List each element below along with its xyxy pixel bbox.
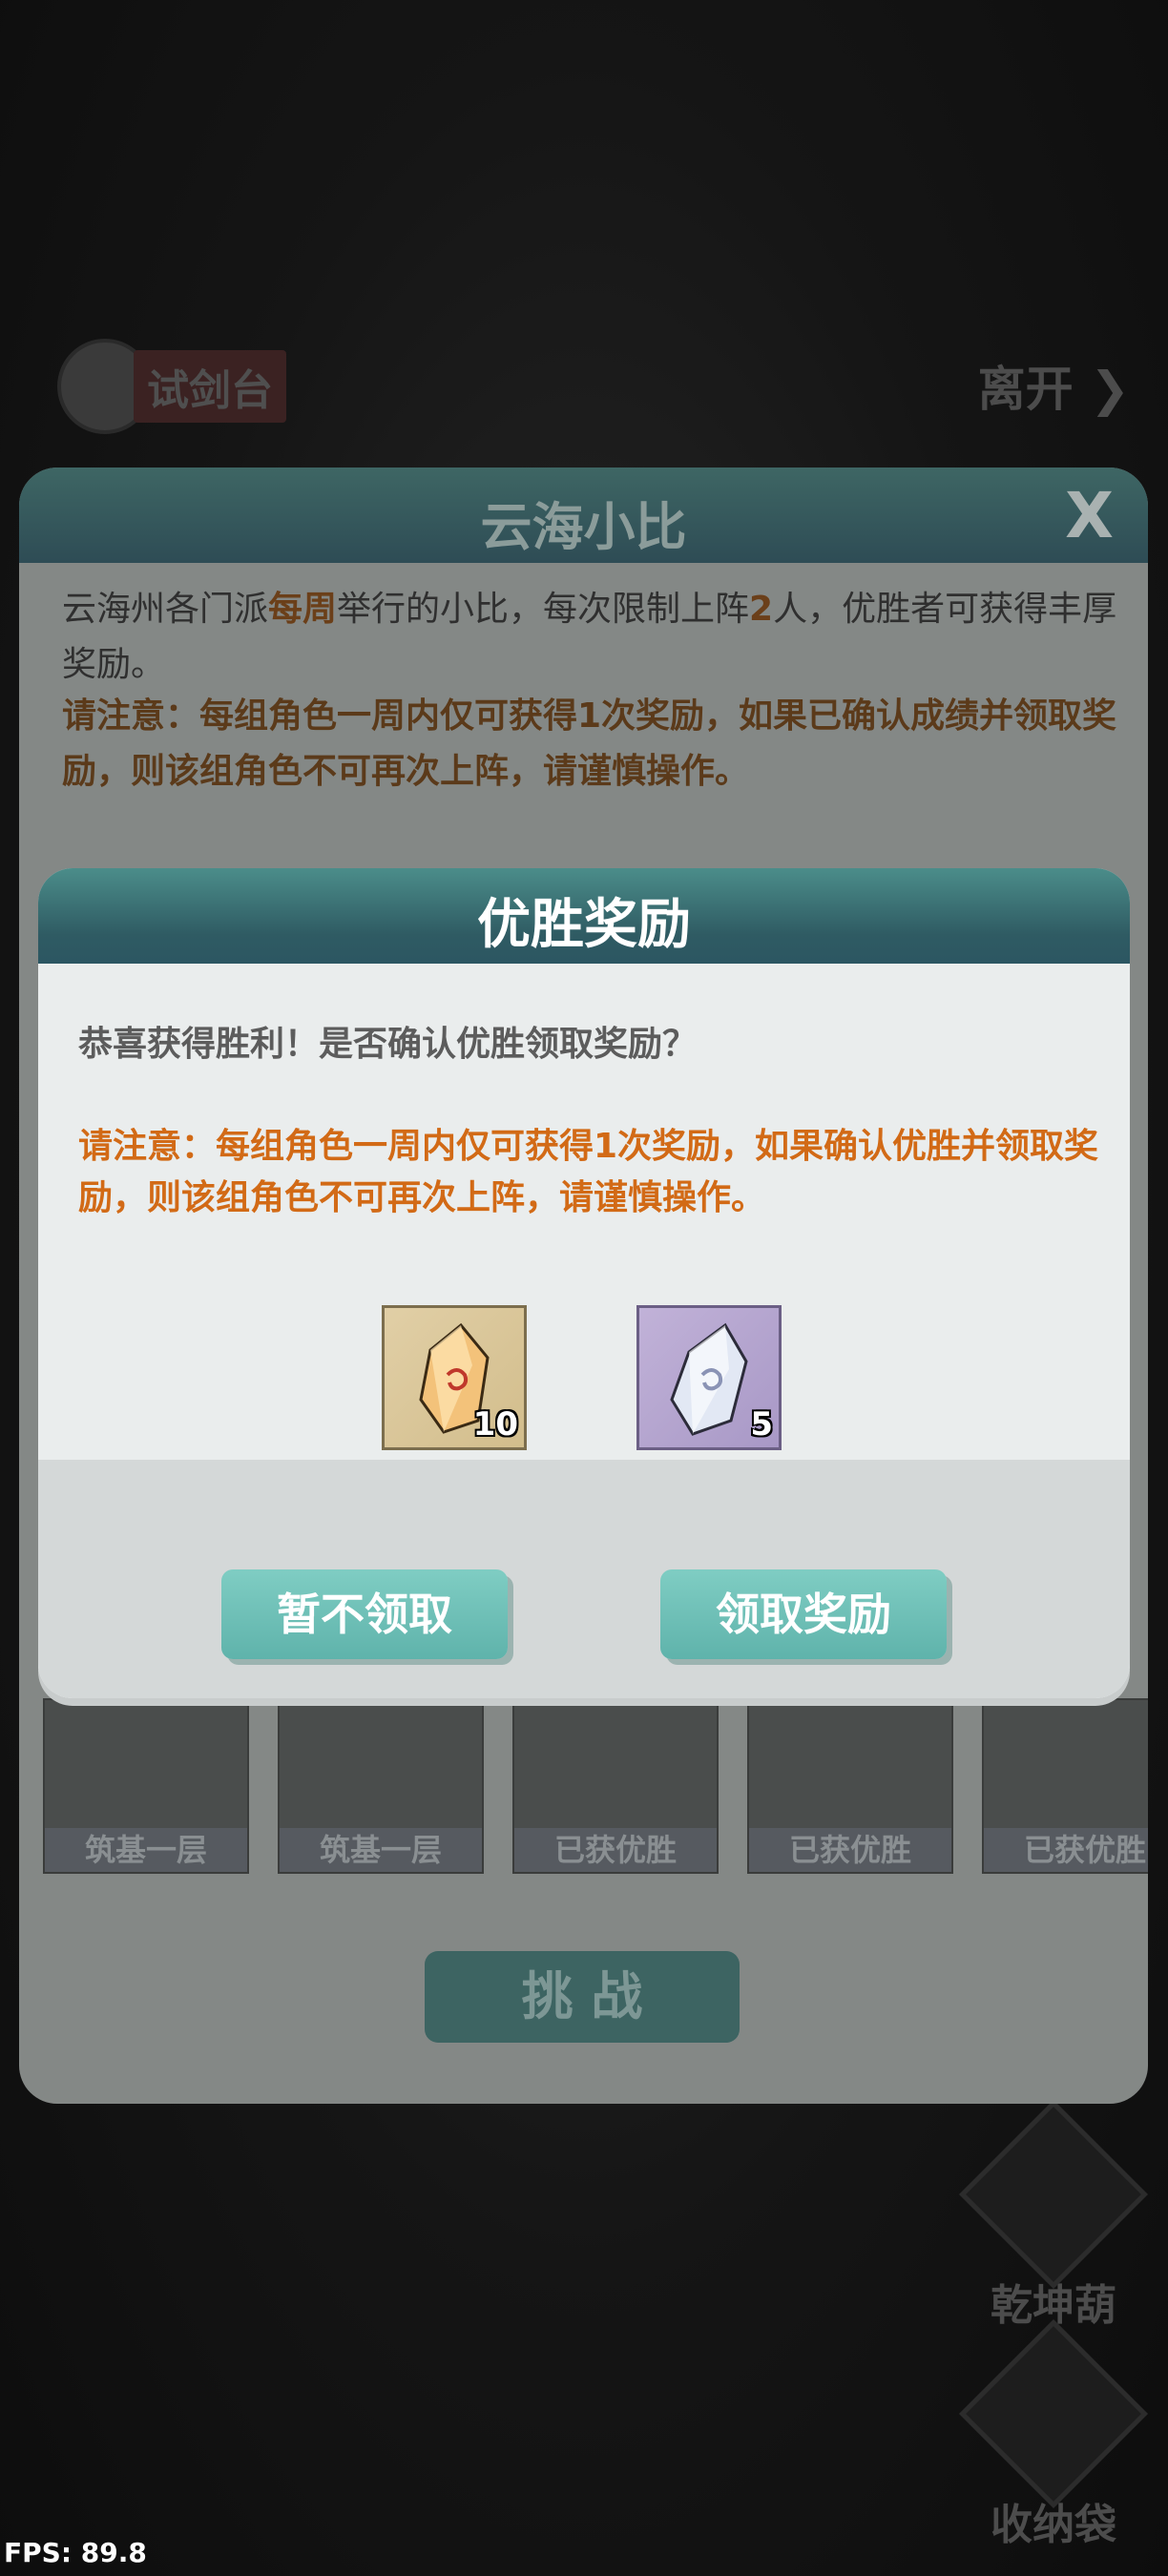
reward-dialog-title: 优胜奖励 [477, 894, 691, 956]
gourd-button[interactable]: 乾坤葫 [959, 2100, 1148, 2332]
main-panel-title: 云海小比 [480, 497, 687, 557]
arena-title: 试剑台 [134, 350, 286, 423]
claim-reward-button[interactable]: 领取奖励 [660, 1569, 947, 1659]
character-status: 筑基一层 [280, 1828, 482, 1872]
main-panel-warning: 请注意：每组角色一周内仅可获得1次奖励，如果已确认成绩并领取奖励，则该组角色不可… [62, 696, 1117, 791]
desc-highlight: 每周 [268, 590, 338, 629]
character-status: 已获优胜 [984, 1828, 1148, 1872]
gourd-icon [959, 2100, 1148, 2289]
desc-text: 云海州各门派 [62, 590, 269, 629]
character-card[interactable]: 已获优胜 [747, 1698, 953, 1874]
reward-message: 恭喜获得胜利！是否确认优胜领取奖励？ [78, 1025, 698, 1064]
desc-highlight: 2 [749, 590, 774, 629]
character-card[interactable]: 已获优胜 [512, 1698, 719, 1874]
character-status: 已获优胜 [514, 1828, 717, 1872]
desc-text: 举行的小比，每次限制上阵 [337, 590, 750, 629]
decline-button[interactable]: 暂不领取 [221, 1569, 508, 1659]
bag-button[interactable]: 收纳袋 [959, 2319, 1148, 2551]
reward-count: 10 [472, 1405, 518, 1444]
character-status: 已获优胜 [749, 1828, 951, 1872]
reward-item[interactable]: 10 [382, 1305, 527, 1450]
reward-dialog-header: 优胜奖励 [38, 868, 1130, 964]
character-card[interactable]: 筑基一层 [278, 1698, 484, 1874]
reward-dialog-body [38, 964, 1130, 1698]
bag-icon [959, 2319, 1148, 2508]
reward-dialog-footer [38, 1460, 1130, 1698]
reward-item[interactable]: 5 [636, 1305, 782, 1450]
reward-warning: 请注意：每组角色一周内仅可获得1次奖励，如果确认优胜并领取奖励，则该组角色不可再… [78, 1127, 1099, 1217]
character-list: 筑基一层 筑基一层 已获优胜 已获优胜 已获优胜 [43, 1698, 1148, 1874]
arena-header: 试剑台 [57, 339, 286, 434]
leave-button[interactable]: 离开 ❯ [978, 351, 1130, 420]
reward-dialog: 优胜奖励 恭喜获得胜利！是否确认优胜领取奖励？ 请注意：每组角色一周内仅可获得1… [38, 868, 1130, 1698]
challenge-button[interactable]: 挑 战 [425, 1951, 740, 2043]
main-panel-header: 云海小比 X [19, 467, 1148, 563]
character-status: 筑基一层 [45, 1828, 247, 1872]
close-icon[interactable]: X [1065, 479, 1114, 552]
main-panel-description: 云海州各门派每周举行的小比，每次限制上阵2人，优胜者可获得丰厚奖励。 [62, 582, 1121, 693]
character-card[interactable]: 已获优胜 [982, 1698, 1148, 1874]
character-card[interactable]: 筑基一层 [43, 1698, 249, 1874]
reward-count: 5 [750, 1405, 773, 1444]
fps-counter: FPS: 89.8 [4, 2537, 147, 2568]
chevron-right-icon: ❯ [1090, 362, 1130, 417]
leave-label: 离开 [977, 362, 1074, 417]
